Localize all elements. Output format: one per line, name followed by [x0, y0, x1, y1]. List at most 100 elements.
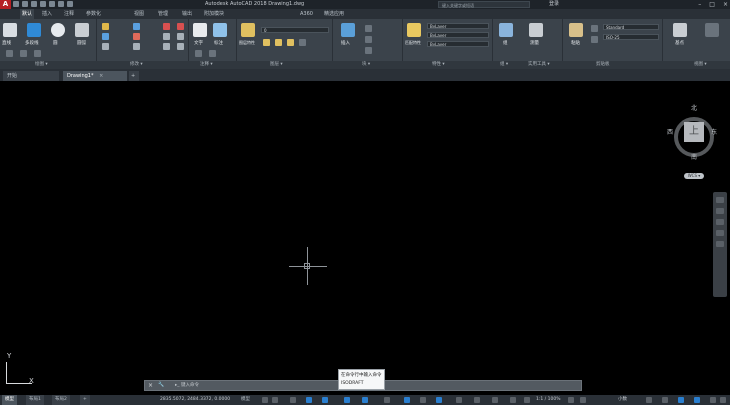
dim-style-combo[interactable]: ISO-25	[603, 34, 659, 40]
wcs-menu-button[interactable]: WCS ▾	[684, 173, 704, 179]
commandline-settings-icon[interactable]: 🔧	[158, 382, 165, 389]
tab-featured-apps[interactable]: 精选应用	[324, 9, 344, 19]
layer-lock-icon[interactable]	[287, 39, 294, 46]
copy-icon[interactable]	[102, 33, 109, 40]
move-icon[interactable]	[102, 23, 109, 30]
arc-tool-icon[interactable]	[75, 23, 89, 37]
scale-icon[interactable]	[133, 43, 140, 50]
measure-icon[interactable]	[529, 23, 543, 37]
view-panel-label[interactable]: 视图 ▾	[694, 61, 707, 68]
save-icon[interactable]	[31, 1, 37, 7]
annotation-visibility-icon[interactable]	[510, 397, 516, 403]
object-snap-icon[interactable]	[362, 397, 368, 403]
erase-icon[interactable]	[177, 23, 184, 30]
rotate-icon[interactable]	[133, 23, 140, 30]
add-layout-button[interactable]: +	[80, 395, 90, 405]
open-file-icon[interactable]	[22, 1, 28, 7]
table-icon[interactable]	[209, 50, 216, 57]
edit-block-icon[interactable]	[365, 36, 372, 43]
layer-match-icon[interactable]	[299, 39, 306, 46]
showmotion-icon[interactable]	[716, 241, 724, 247]
array-icon[interactable]	[163, 43, 170, 50]
tab-a360[interactable]: A360	[300, 9, 313, 19]
transparency-icon[interactable]	[404, 397, 410, 403]
group-icon[interactable]	[499, 23, 513, 37]
layer-on-icon[interactable]	[263, 39, 270, 46]
customization-menu-icon[interactable]	[720, 397, 726, 403]
lineweight-combo[interactable]: ByLayer	[427, 41, 489, 47]
compass-south-label[interactable]: 南	[691, 152, 697, 161]
annotation-panel-label[interactable]: 注释 ▾	[200, 61, 213, 68]
ortho-icon[interactable]	[290, 397, 296, 403]
grid-icon[interactable]	[262, 397, 268, 403]
modify-panel-label[interactable]: 修改 ▾	[130, 61, 143, 68]
create-block-icon[interactable]	[365, 25, 372, 32]
viewport-icon[interactable]	[705, 23, 719, 37]
draw-panel-label[interactable]: 绘图 ▾	[35, 61, 48, 68]
tab-manage[interactable]: 管理	[158, 9, 168, 19]
insert-block-icon[interactable]	[341, 23, 355, 37]
save-as-icon[interactable]	[40, 1, 46, 7]
base-view-icon[interactable]	[673, 23, 687, 37]
close-tab-icon[interactable]: ×	[99, 73, 103, 79]
isolate-objects-icon[interactable]	[678, 397, 684, 403]
compass-east-label[interactable]: 东	[711, 127, 717, 136]
drawing-canvas[interactable]	[0, 84, 730, 380]
cut-icon[interactable]	[591, 36, 598, 43]
stretch-icon[interactable]	[102, 43, 109, 50]
compass-north-label[interactable]: 北	[691, 103, 697, 112]
trim-icon[interactable]	[163, 23, 170, 30]
annotation-monitor-icon[interactable]	[580, 397, 586, 403]
login-button[interactable]: 登录	[549, 0, 559, 9]
doc-tab-start[interactable]: 开始	[3, 71, 59, 81]
minimize-button[interactable]: –	[698, 0, 701, 9]
units-selector[interactable]: 小数	[618, 395, 627, 405]
edit-attributes-icon[interactable]	[365, 47, 372, 54]
viewcube-top-face[interactable]: 上	[684, 122, 704, 142]
layer-combo[interactable]: 0	[261, 27, 329, 33]
circle-tool-icon[interactable]	[51, 23, 65, 37]
block-panel-label[interactable]: 块 ▾	[362, 61, 370, 68]
text-style-combo[interactable]: Standard	[603, 24, 659, 30]
3d-osnap-icon[interactable]	[436, 397, 442, 403]
object-snap-tracking-icon[interactable]	[344, 397, 350, 403]
zoom-extents-icon[interactable]	[716, 219, 724, 225]
layout-tab-layout1[interactable]: 布局1	[26, 395, 44, 405]
groups-panel-label[interactable]: 组 ▾	[500, 61, 508, 68]
tab-addins[interactable]: 附加模块	[204, 9, 224, 19]
tab-view[interactable]: 视图	[134, 9, 144, 19]
leader-icon[interactable]	[195, 50, 202, 57]
hardware-acceleration-icon[interactable]	[694, 397, 700, 403]
doc-tab-drawing1[interactable]: Drawing1* ×	[63, 71, 127, 81]
tab-insert[interactable]: 插入	[42, 9, 52, 19]
steering-wheel-icon[interactable]	[716, 197, 724, 203]
compass-west-label[interactable]: 西	[667, 127, 673, 136]
tab-default[interactable]: 默认	[20, 9, 35, 19]
lock-ui-icon[interactable]	[662, 397, 668, 403]
new-file-icon[interactable]	[13, 1, 19, 7]
lineweight-icon[interactable]	[384, 397, 390, 403]
text-tool-icon[interactable]	[193, 23, 207, 37]
polyline-tool-icon[interactable]	[27, 23, 41, 37]
model-space-button[interactable]: 模型	[238, 395, 253, 405]
layout-tab-model[interactable]: 模型	[2, 395, 17, 405]
selection-cycling-icon[interactable]	[420, 397, 426, 403]
orbit-icon[interactable]	[716, 230, 724, 236]
restore-button[interactable]: □	[709, 0, 715, 9]
dynamic-ucs-icon[interactable]	[456, 397, 462, 403]
polar-tracking-icon[interactable]	[306, 397, 312, 403]
autoscale-icon[interactable]	[524, 397, 530, 403]
explode-icon[interactable]	[177, 33, 184, 40]
paste-icon[interactable]	[569, 23, 583, 37]
clean-screen-icon[interactable]	[710, 397, 716, 403]
properties-panel-label[interactable]: 特性 ▾	[432, 61, 445, 68]
line-tool-icon[interactable]	[3, 23, 17, 37]
layer-properties-icon[interactable]	[241, 23, 255, 37]
layer-freeze-icon[interactable]	[275, 39, 282, 46]
workspace-gear-icon[interactable]	[568, 397, 574, 403]
snap-icon[interactable]	[272, 397, 278, 403]
tab-annotate[interactable]: 注释	[64, 9, 74, 19]
layers-panel-label[interactable]: 图层 ▾	[270, 61, 283, 68]
command-input[interactable]: ▸_ 键入命令	[175, 381, 199, 390]
tab-output[interactable]: 输出	[182, 9, 192, 19]
